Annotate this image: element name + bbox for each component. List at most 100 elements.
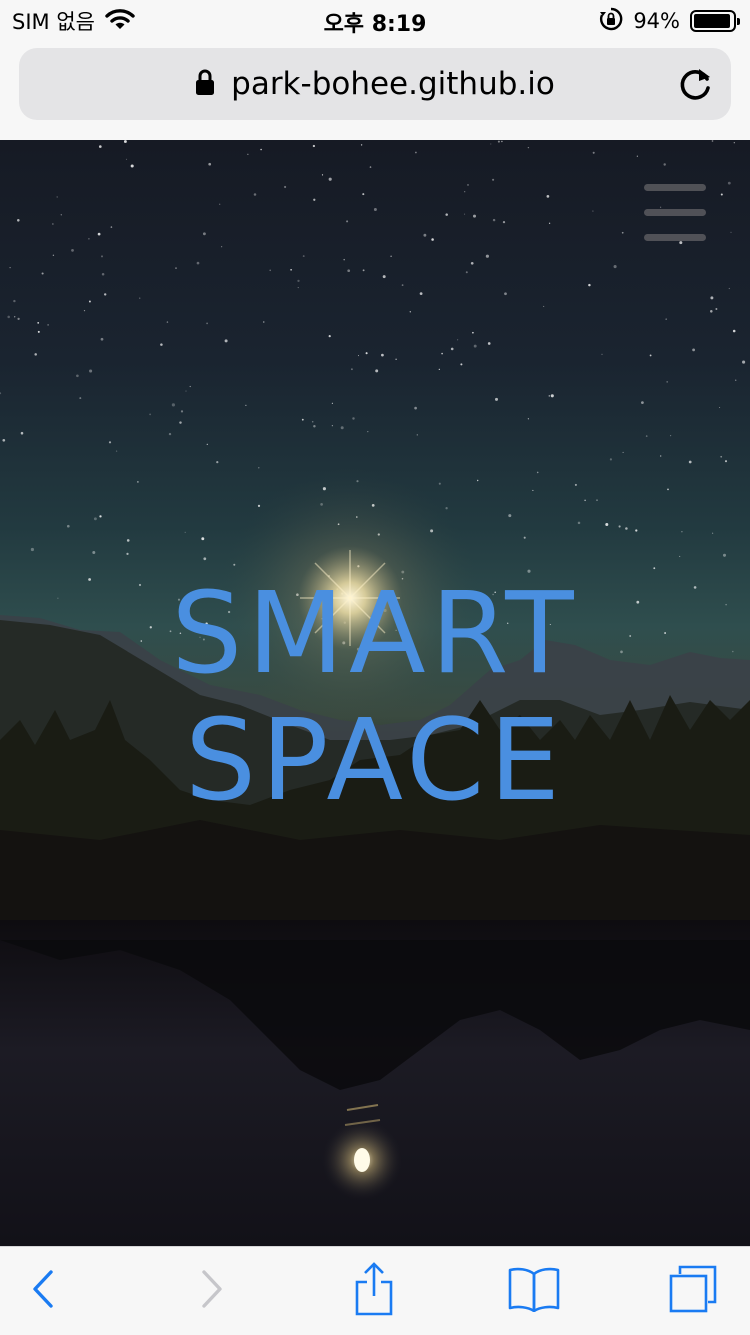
- menu-line: [644, 234, 706, 241]
- star: [653, 567, 656, 570]
- battery-icon: [690, 10, 740, 32]
- star: [99, 515, 102, 518]
- star: [346, 220, 349, 223]
- star: [79, 397, 82, 400]
- star: [670, 435, 672, 437]
- hero-section: SMART SPACE: [0, 140, 750, 1246]
- star: [123, 140, 127, 143]
- star: [180, 410, 184, 413]
- star: [37, 322, 40, 324]
- star: [720, 455, 723, 458]
- star: [365, 352, 368, 355]
- star: [592, 210, 594, 212]
- star: [83, 309, 86, 312]
- bookmarks-button[interactable]: [494, 1247, 574, 1335]
- star: [9, 266, 11, 269]
- share-button[interactable]: [334, 1247, 414, 1335]
- star: [663, 163, 666, 166]
- star: [546, 195, 550, 198]
- forward-button[interactable]: [172, 1247, 252, 1335]
- star: [331, 402, 333, 404]
- star: [93, 517, 97, 521]
- star: [103, 293, 107, 296]
- address-center: park-bohee.github.io: [19, 48, 731, 120]
- star: [137, 481, 139, 483]
- star: [0, 392, 2, 395]
- star: [17, 219, 20, 222]
- rotation-lock-icon: [599, 7, 623, 36]
- star: [666, 381, 669, 383]
- star: [88, 300, 91, 303]
- battery-tip: [737, 18, 740, 25]
- star: [352, 417, 355, 420]
- lock-icon: [195, 68, 215, 101]
- address-area: park-bohee.github.io: [0, 40, 750, 140]
- hero-title-line-1: SMART: [171, 569, 579, 699]
- star: [101, 273, 105, 276]
- star: [382, 275, 386, 279]
- star: [473, 214, 476, 218]
- star: [313, 198, 316, 201]
- star: [625, 527, 628, 530]
- star: [160, 343, 163, 346]
- star: [247, 153, 249, 155]
- star: [216, 461, 219, 464]
- star: [492, 178, 495, 181]
- star: [313, 424, 316, 428]
- star: [414, 406, 417, 410]
- star: [37, 330, 40, 333]
- star: [722, 553, 727, 557]
- star: [224, 339, 228, 343]
- star: [609, 458, 612, 461]
- star: [409, 311, 411, 313]
- star: [189, 385, 191, 388]
- star: [166, 321, 169, 323]
- star: [297, 279, 300, 283]
- star: [52, 254, 55, 256]
- star: [360, 144, 363, 146]
- back-button[interactable]: [3, 1247, 83, 1335]
- reload-icon[interactable]: [677, 65, 715, 103]
- battery-percent: 94%: [633, 9, 680, 33]
- star: [343, 258, 345, 261]
- star: [206, 322, 208, 325]
- star: [369, 166, 372, 168]
- star: [179, 421, 182, 424]
- star: [328, 335, 331, 338]
- tabs-button[interactable]: [653, 1247, 733, 1335]
- star: [297, 287, 299, 289]
- book-icon: [508, 1266, 560, 1317]
- star: [592, 151, 595, 154]
- star: [17, 317, 20, 321]
- star: [667, 488, 669, 491]
- menu-button[interactable]: [644, 184, 706, 242]
- star: [66, 524, 70, 528]
- star: [196, 261, 200, 265]
- star: [490, 143, 492, 145]
- star: [2, 438, 6, 442]
- star: [126, 539, 130, 542]
- star: [727, 181, 731, 185]
- star: [401, 284, 404, 286]
- star: [362, 269, 365, 272]
- address-field[interactable]: park-bohee.github.io: [19, 48, 731, 120]
- battery-fill: [694, 14, 730, 28]
- star: [502, 220, 506, 224]
- tabs-icon: [668, 1264, 718, 1319]
- star: [115, 450, 118, 452]
- star: [171, 403, 175, 407]
- star: [168, 432, 172, 436]
- star: [635, 529, 638, 532]
- star: [665, 318, 667, 320]
- star: [14, 316, 16, 318]
- star: [71, 249, 74, 252]
- star: [613, 265, 617, 269]
- star: [487, 342, 491, 345]
- star: [601, 353, 603, 355]
- star: [681, 531, 683, 533]
- star: [742, 360, 746, 364]
- star: [467, 183, 469, 186]
- star: [508, 514, 512, 518]
- star: [89, 369, 93, 373]
- star: [130, 164, 134, 168]
